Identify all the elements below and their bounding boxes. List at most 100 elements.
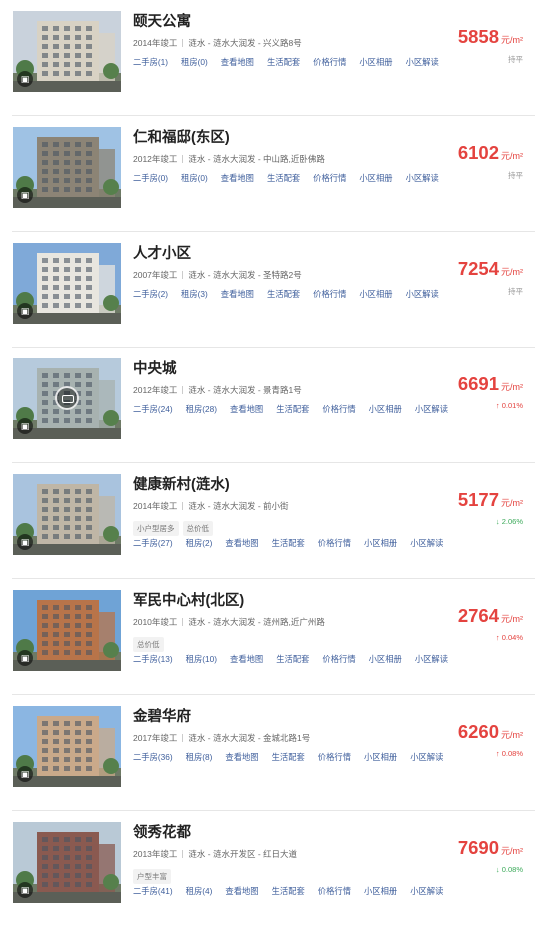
map-link[interactable]: 查看地图 <box>221 288 254 300</box>
community-links: 二手房(13) 租房(10) 查看地图 生活配套 价格行情 小区相册 小区解读 <box>133 653 461 665</box>
community-listing: ▣ 仁和福邸(东区) 2012年竣工 涟水 - 涟水大润发 - 中山路,近卧佛路 二手房… <box>0 116 545 232</box>
map-link[interactable]: 查看地图 <box>230 403 263 415</box>
analysis-link[interactable]: 小区解读 <box>415 653 448 665</box>
amenities-link[interactable]: 生活配套 <box>267 172 300 184</box>
community-photo[interactable]: ▣ <box>13 822 121 903</box>
secondhand-link[interactable]: 二手房(27) <box>133 537 173 549</box>
amenities-link[interactable]: 生活配套 <box>276 653 309 665</box>
photo-gallery-icon[interactable]: ▣ <box>17 303 33 319</box>
analysis-link[interactable]: 小区解读 <box>406 56 439 68</box>
community-list: ▣ 颐天公寓 2014年竣工 涟水 - 涟水大润发 - 兴义路8号 二手房(1) 租房(0… <box>0 0 545 925</box>
community-name[interactable]: 颐天公寓 <box>133 10 191 31</box>
album-link[interactable]: 小区相册 <box>364 751 397 763</box>
community-photo[interactable]: ▣ <box>13 706 121 787</box>
community-name[interactable]: 中央城 <box>133 357 177 378</box>
price-trend-link[interactable]: 价格行情 <box>322 653 355 665</box>
rental-link[interactable]: 租房(10) <box>186 653 217 665</box>
photo-gallery-icon[interactable]: ▣ <box>17 650 33 666</box>
album-link[interactable]: 小区相册 <box>359 288 392 300</box>
analysis-link[interactable]: 小区解读 <box>415 403 448 415</box>
price-trend-link[interactable]: 价格行情 <box>318 751 351 763</box>
community-photo[interactable]: ▣ <box>13 11 121 92</box>
community-photo[interactable]: ▣ <box>13 590 121 671</box>
community-location: 涟水 - 涟水大润发 - 景青路1号 <box>188 385 302 395</box>
rental-link[interactable]: 租房(0) <box>181 56 208 68</box>
map-link[interactable]: 查看地图 <box>225 885 258 897</box>
map-link[interactable]: 查看地图 <box>225 751 258 763</box>
album-link[interactable]: 小区相册 <box>364 537 397 549</box>
rental-link[interactable]: 租房(0) <box>181 172 208 184</box>
community-photo[interactable]: ▣ <box>13 127 121 208</box>
amenities-link[interactable]: 生活配套 <box>276 403 309 415</box>
price-trend-link[interactable]: 价格行情 <box>318 537 351 549</box>
map-link[interactable]: 查看地图 <box>221 56 254 68</box>
community-listing: ▣ 人才小区 2007年竣工 涟水 - 涟水大润发 - 圣特路2号 二手房(2) 租房(3… <box>0 232 545 348</box>
rental-link[interactable]: 租房(28) <box>186 403 217 415</box>
photo-gallery-icon[interactable]: ▣ <box>17 534 33 550</box>
community-tags: 小户型居多 总价低 <box>133 518 217 536</box>
secondhand-link[interactable]: 二手房(24) <box>133 403 173 415</box>
map-link[interactable]: 查看地图 <box>225 537 258 549</box>
map-link[interactable]: 查看地图 <box>221 172 254 184</box>
community-name[interactable]: 健康新村(涟水) <box>133 473 230 494</box>
photo-gallery-icon[interactable]: ▣ <box>17 71 33 87</box>
album-link[interactable]: 小区相册 <box>369 403 402 415</box>
amenities-link[interactable]: 生活配套 <box>267 56 300 68</box>
rental-link[interactable]: 租房(3) <box>181 288 208 300</box>
price-trend-link[interactable]: 价格行情 <box>322 403 355 415</box>
analysis-link[interactable]: 小区解读 <box>410 885 443 897</box>
album-link[interactable]: 小区相册 <box>359 56 392 68</box>
average-price: 5858 元/m² <box>458 26 523 48</box>
community-links: 二手房(27) 租房(2) 查看地图 生活配套 价格行情 小区相册 小区解读 <box>133 537 456 549</box>
completion-year: 2010年竣工 <box>133 617 178 627</box>
community-name[interactable]: 金碧华府 <box>133 705 191 726</box>
secondhand-link[interactable]: 二手房(13) <box>133 653 173 665</box>
price-value: 5858 <box>457 26 499 47</box>
analysis-link[interactable]: 小区解读 <box>406 172 439 184</box>
price-trend-link[interactable]: 价格行情 <box>313 56 346 68</box>
rental-link[interactable]: 租房(4) <box>186 885 213 897</box>
average-price: 6691 元/m² <box>458 373 523 395</box>
panorama-icon[interactable] <box>55 386 79 410</box>
album-link[interactable]: 小区相册 <box>364 885 397 897</box>
amenities-link[interactable]: 生活配套 <box>267 288 300 300</box>
album-link[interactable]: 小区相册 <box>359 172 392 184</box>
community-meta: 2017年竣工 涟水 - 涟水大润发 - 金城北路1号 <box>133 732 310 744</box>
price-value: 7690 <box>457 837 499 858</box>
secondhand-link[interactable]: 二手房(36) <box>133 751 173 763</box>
secondhand-link[interactable]: 二手房(0) <box>133 172 168 184</box>
price-unit: 元/m² <box>501 151 523 161</box>
price-unit: 元/m² <box>501 498 523 508</box>
analysis-link[interactable]: 小区解读 <box>410 751 443 763</box>
community-links: 二手房(36) 租房(8) 查看地图 生活配套 价格行情 小区相册 小区解读 <box>133 751 456 763</box>
analysis-link[interactable]: 小区解读 <box>406 288 439 300</box>
secondhand-link[interactable]: 二手房(41) <box>133 885 173 897</box>
community-name[interactable]: 仁和福邸(东区) <box>133 126 230 147</box>
community-photo[interactable]: ▣ <box>13 474 121 555</box>
price-trend-link[interactable]: 价格行情 <box>313 172 346 184</box>
community-photo[interactable]: ▣ <box>13 358 121 439</box>
community-name[interactable]: 领秀花都 <box>133 821 191 842</box>
price-trend-link[interactable]: 价格行情 <box>318 885 351 897</box>
price-value: 6691 <box>457 373 499 394</box>
photo-gallery-icon[interactable]: ▣ <box>17 187 33 203</box>
secondhand-link[interactable]: 二手房(1) <box>133 56 168 68</box>
album-link[interactable]: 小区相册 <box>369 653 402 665</box>
rental-link[interactable]: 租房(8) <box>186 751 213 763</box>
amenities-link[interactable]: 生活配套 <box>272 537 305 549</box>
analysis-link[interactable]: 小区解读 <box>410 537 443 549</box>
community-name[interactable]: 人才小区 <box>133 242 191 263</box>
community-name[interactable]: 军民中心村(北区) <box>133 589 244 610</box>
photo-gallery-icon[interactable]: ▣ <box>17 766 33 782</box>
map-link[interactable]: 查看地图 <box>230 653 263 665</box>
amenities-link[interactable]: 生活配套 <box>272 751 305 763</box>
completion-year: 2012年竣工 <box>133 385 178 395</box>
secondhand-link[interactable]: 二手房(2) <box>133 288 168 300</box>
photo-gallery-icon[interactable]: ▣ <box>17 418 33 434</box>
price-value: 2764 <box>457 605 499 626</box>
photo-gallery-icon[interactable]: ▣ <box>17 882 33 898</box>
price-trend-link[interactable]: 价格行情 <box>313 288 346 300</box>
community-photo[interactable]: ▣ <box>13 243 121 324</box>
rental-link[interactable]: 租房(2) <box>186 537 213 549</box>
amenities-link[interactable]: 生活配套 <box>272 885 305 897</box>
